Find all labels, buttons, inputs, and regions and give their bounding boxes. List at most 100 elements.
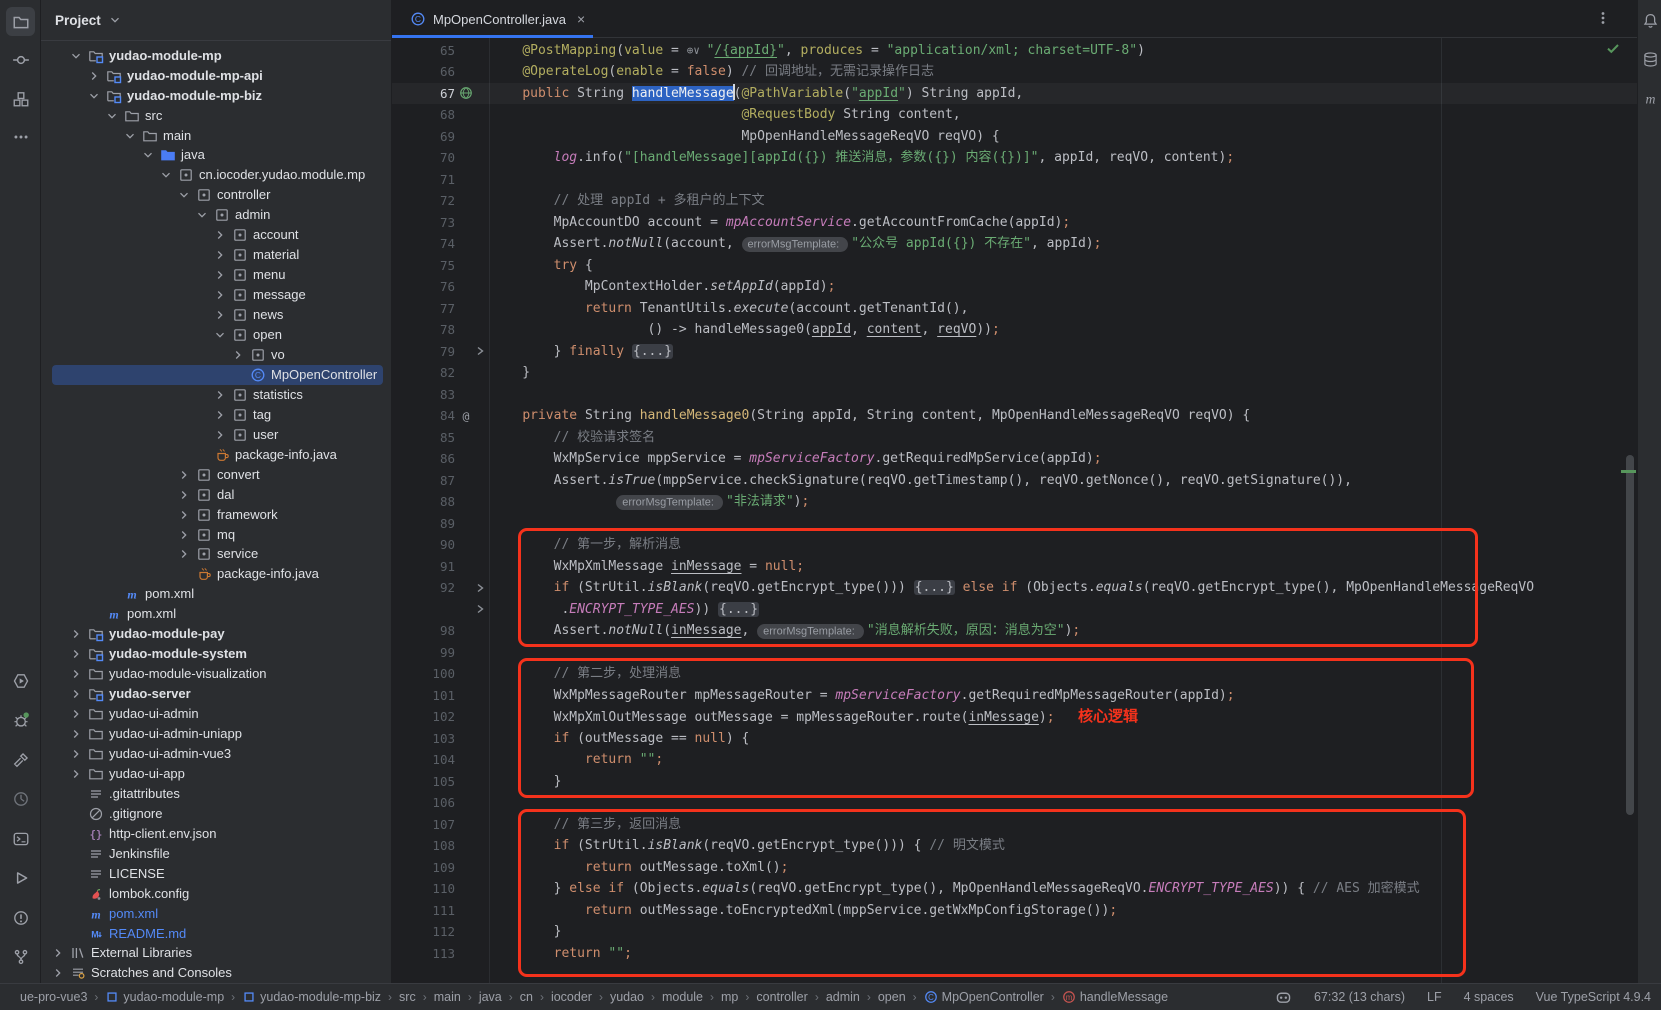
status-widget-67-32-13-chars-[interactable]: 67:32 (13 chars)	[1314, 990, 1405, 1004]
chevron-right-icon[interactable]	[68, 666, 84, 682]
annotation-gutter-icon[interactable]: @	[458, 408, 474, 424]
breadcrumb-item-open[interactable]: open	[878, 990, 906, 1004]
tree-item-package-info-java[interactable]: package-info.java	[41, 445, 391, 465]
fold-arrow-icon[interactable]	[472, 343, 488, 359]
code-viewport[interactable]: 65 @PostMapping(value = ⊕∨ "/{appId}", p…	[392, 38, 1637, 983]
chevron-down-icon[interactable]	[122, 128, 138, 144]
line-number[interactable]: 100	[392, 663, 455, 685]
line-number[interactable]: 89	[392, 513, 455, 535]
tree-item--gitignore[interactable]: .gitignore	[41, 804, 391, 824]
chevron-right-icon[interactable]	[176, 546, 192, 562]
breadcrumb-item-yudao-module-mp[interactable]: yudao-module-mp	[105, 990, 224, 1004]
copilot-icon[interactable]	[1275, 989, 1292, 1006]
breadcrumb-item-mpopencontroller[interactable]: CMpOpenController	[924, 990, 1044, 1004]
chevron-right-icon[interactable]	[68, 766, 84, 782]
breadcrumb-item-cn[interactable]: cn	[520, 990, 533, 1004]
tree-item-yudao-ui-app[interactable]: yudao-ui-app	[41, 764, 391, 784]
chevron-right-icon[interactable]	[50, 965, 66, 981]
tree-item-yudao-module-mp[interactable]: yudao-module-mp	[41, 46, 391, 66]
profiler-icon[interactable]	[6, 785, 35, 814]
chevron-right-icon[interactable]	[212, 247, 228, 263]
tree-item--gitattributes[interactable]: .gitattributes	[41, 784, 391, 804]
fold-arrow-icon[interactable]	[472, 601, 488, 617]
line-number[interactable]: 70	[392, 147, 455, 169]
chevron-right-icon[interactable]	[68, 626, 84, 642]
editor-scrollbar[interactable]	[1626, 455, 1634, 815]
tree-item-material[interactable]: material	[41, 245, 391, 265]
line-number[interactable]: 82	[392, 362, 455, 384]
tree-item-dal[interactable]: dal	[41, 485, 391, 505]
chevron-down-icon[interactable]	[176, 187, 192, 203]
line-number[interactable]: 85	[392, 427, 455, 449]
structure-icon[interactable]	[6, 84, 35, 113]
tab-mpopencontroller[interactable]: C MpOpenController.java ×	[398, 0, 599, 38]
code-line[interactable]: 87 Assert.isTrue(mppService.checkSignatu…	[392, 470, 1637, 492]
tree-item-yudao-module-mp-biz[interactable]: yudao-module-mp-biz	[41, 86, 391, 106]
line-number[interactable]: 86	[392, 448, 455, 470]
line-number[interactable]: 105	[392, 771, 455, 793]
code-line[interactable]: 112 }	[392, 921, 1637, 943]
code-line[interactable]: 111 return outMessage.toEncryptedXml(mpp…	[392, 900, 1637, 922]
tree-item-yudao-ui-admin-vue3[interactable]: yudao-ui-admin-vue3	[41, 744, 391, 764]
chevron-right-icon[interactable]	[176, 527, 192, 543]
line-number[interactable]: 69	[392, 126, 455, 148]
notifications-icon[interactable]	[1640, 10, 1660, 30]
tree-item-cn-iocoder-yudao-module-mp[interactable]: cn.iocoder.yudao.module.mp	[41, 165, 391, 185]
terminal-icon[interactable]	[6, 824, 35, 853]
tree-item-pom-xml[interactable]: mpom.xml	[41, 904, 391, 924]
version-control-icon[interactable]	[6, 943, 35, 972]
line-number[interactable]: 67	[392, 83, 455, 105]
code-line[interactable]: 92 if (StrUtil.isBlank(reqVO.getEncrypt_…	[392, 577, 1637, 599]
code-line[interactable]: 110 } else if (Objects.equals(reqVO.getE…	[392, 878, 1637, 900]
chevron-right-icon[interactable]	[212, 227, 228, 243]
chevron-right-icon[interactable]	[68, 726, 84, 742]
tree-item-java[interactable]: java	[41, 145, 391, 165]
rest-api-gutter-icon[interactable]	[458, 85, 474, 101]
chevron-right-icon[interactable]	[212, 387, 228, 403]
chevron-right-icon[interactable]	[176, 487, 192, 503]
line-number[interactable]: 107	[392, 814, 455, 836]
debug-icon[interactable]	[6, 706, 35, 735]
line-number[interactable]: 113	[392, 943, 455, 965]
close-icon[interactable]: ×	[577, 11, 585, 27]
chevron-right-icon[interactable]	[50, 945, 66, 961]
tree-item-open[interactable]: open	[41, 325, 391, 345]
tree-item-pom-xml[interactable]: mpom.xml	[41, 604, 391, 624]
line-number[interactable]: 79	[392, 341, 455, 363]
tree-item-src[interactable]: src	[41, 106, 391, 126]
chevron-down-icon[interactable]	[158, 167, 174, 183]
project-header[interactable]: Project	[41, 0, 391, 41]
chevron-right-icon[interactable]	[176, 507, 192, 523]
code-line[interactable]: 105 }	[392, 771, 1637, 793]
code-line[interactable]: 104 return "";	[392, 749, 1637, 771]
breadcrumb-item-ue-pro-vue3[interactable]: ue-pro-vue3	[20, 990, 87, 1004]
tree-item-statistics[interactable]: statistics	[41, 385, 391, 405]
line-number[interactable]: 106	[392, 792, 455, 814]
line-number[interactable]: 92	[392, 577, 455, 599]
tree-item-license[interactable]: LICENSE	[41, 864, 391, 884]
code-line[interactable]: 74 Assert.notNull(account, errorMsgTempl…	[392, 233, 1637, 255]
tree-item-main[interactable]: main	[41, 126, 391, 146]
fold-arrow-icon[interactable]	[472, 580, 488, 596]
run-icon[interactable]	[6, 666, 35, 695]
code-line[interactable]: 89	[392, 513, 1637, 535]
code-line[interactable]: 79 } finally {...}	[392, 341, 1637, 363]
project-folder-icon[interactable]	[6, 7, 35, 36]
chevron-down-icon[interactable]	[86, 88, 102, 104]
code-line[interactable]: 91 WxMpXmlMessage inMessage = null;	[392, 556, 1637, 578]
tree-item-menu[interactable]: menu	[41, 265, 391, 285]
chevron-down-icon[interactable]	[104, 108, 120, 124]
tree-item-yudao-module-pay[interactable]: yudao-module-pay	[41, 624, 391, 644]
tree-item-yudao-ui-admin[interactable]: yudao-ui-admin	[41, 704, 391, 724]
breadcrumb-item-mp[interactable]: mp	[721, 990, 738, 1004]
code-line[interactable]: 98 Assert.notNull(inMessage, errorMsgTem…	[392, 620, 1637, 642]
inspections-ok-icon[interactable]	[1605, 40, 1621, 56]
tree-item-admin[interactable]: admin	[41, 205, 391, 225]
chevron-down-icon[interactable]	[212, 327, 228, 343]
tree-item-pom-xml[interactable]: mpom.xml	[41, 584, 391, 604]
tree-item-yudao-module-mp-api[interactable]: yudao-module-mp-api	[41, 66, 391, 86]
chevron-right-icon[interactable]	[212, 267, 228, 283]
status-widget-vue-typescript-4-9-4[interactable]: Vue TypeScript 4.9.4	[1536, 990, 1651, 1004]
code-line[interactable]: 78 () -> handleMessage0(appId, content, …	[392, 319, 1637, 341]
code-line[interactable]: 75 try {	[392, 255, 1637, 277]
